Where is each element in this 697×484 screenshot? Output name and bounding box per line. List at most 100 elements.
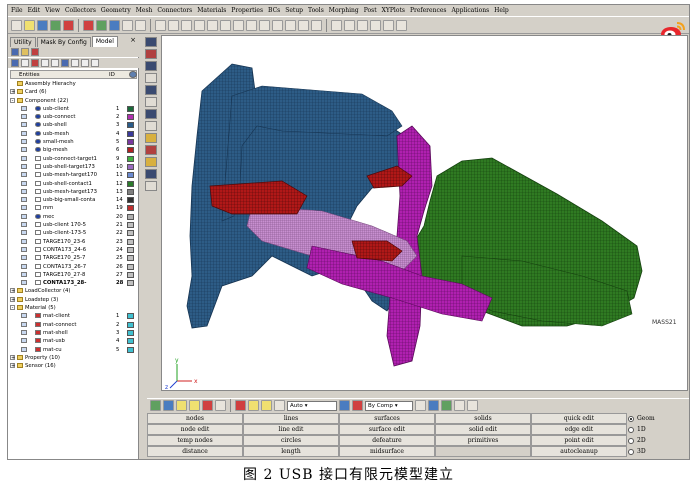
model-browser-icon[interactable] [96, 19, 107, 31]
config-icon[interactable] [71, 59, 79, 67]
wireframe-icon[interactable] [145, 109, 157, 119]
bottom-tool-icon[interactable] [163, 400, 174, 411]
view-left-icon[interactable] [246, 19, 257, 31]
menu-bcs[interactable]: BCs [268, 7, 280, 14]
mask-icon[interactable] [344, 19, 355, 31]
bottom-tool-icon[interactable] [215, 400, 226, 411]
radio-dot-icon[interactable] [628, 415, 634, 422]
color-column-icon[interactable] [129, 71, 137, 78]
menu-connectors[interactable]: Connectors [157, 7, 192, 14]
color-swatch[interactable] [127, 155, 134, 162]
color-swatch[interactable] [127, 238, 134, 245]
tree-row[interactable]: usb-shell-target173 10 [10, 163, 137, 171]
color-swatch[interactable] [127, 246, 134, 253]
tree-row[interactable]: usb-mesh 4 [10, 130, 137, 138]
color-swatch[interactable] [127, 271, 134, 278]
visibility-icon[interactable] [21, 205, 27, 211]
feature-icon[interactable] [145, 169, 157, 179]
panel-surface-edit-button[interactable]: surface edit [339, 424, 435, 435]
bycomp-select[interactable]: By Comp ▾ [365, 400, 413, 411]
panel-autocleanup-button[interactable]: autocleanup [531, 446, 627, 457]
tree-row[interactable]: mat-cu 5 [10, 346, 137, 354]
visibility-icon[interactable] [21, 147, 27, 153]
color-swatch[interactable] [127, 346, 134, 353]
visibility-icon[interactable] [21, 188, 27, 194]
bottom-tool-icon[interactable] [150, 400, 161, 411]
bottom-tool-icon[interactable] [274, 400, 285, 411]
tree-row[interactable]: mec 20 [10, 213, 137, 221]
visibility-icon[interactable] [21, 139, 27, 145]
menu-properties[interactable]: Properties [231, 7, 263, 14]
menu-post[interactable]: Post [364, 7, 377, 14]
pan-icon[interactable] [207, 19, 218, 31]
color-swatch[interactable] [127, 313, 134, 320]
menu-collectors[interactable]: Collectors [65, 7, 96, 14]
expand-icon[interactable]: + [10, 288, 15, 294]
bottom-tool-icon[interactable] [441, 400, 452, 411]
tree-row[interactable]: usb-mesh-target173 13 [10, 188, 137, 196]
visibility-icon[interactable] [21, 163, 27, 169]
menu-applications[interactable]: Applications [451, 7, 489, 14]
export-icon[interactable] [63, 19, 74, 31]
menu-tools[interactable]: Tools [308, 7, 324, 14]
rotate-icon[interactable] [155, 19, 166, 31]
color-swatch[interactable] [127, 105, 134, 112]
menu-xyplots[interactable]: XYPlots [382, 7, 405, 14]
color-swatch[interactable] [127, 139, 134, 146]
view-top-icon[interactable] [272, 19, 283, 31]
tab-model[interactable]: Model [91, 36, 118, 47]
element-icon[interactable] [145, 49, 157, 59]
sort-icon[interactable] [81, 59, 89, 67]
tree-row[interactable]: mat-connect 2 [10, 321, 137, 329]
user-profile-icon[interactable] [83, 19, 94, 31]
fit-view-icon[interactable] [194, 19, 205, 31]
color-swatch[interactable] [127, 172, 134, 179]
color-swatch[interactable] [127, 255, 134, 262]
folder-icon[interactable] [21, 48, 29, 56]
tree-row[interactable]: mat-usb 4 [10, 337, 137, 345]
entities-column[interactable]: Entities [19, 72, 40, 78]
visibility-icon[interactable] [21, 346, 27, 352]
radio-3d[interactable]: 3D [628, 446, 688, 457]
color-swatch[interactable] [127, 222, 134, 229]
panel-nodes-button[interactable]: nodes [147, 413, 243, 424]
color-swatch[interactable] [127, 263, 134, 270]
save-icon[interactable] [37, 19, 48, 31]
element-color-icon[interactable] [145, 145, 157, 155]
bottom-tool-icon[interactable] [202, 400, 213, 411]
view-iso-icon[interactable] [298, 19, 309, 31]
visibility-icon[interactable] [21, 271, 27, 277]
color-swatch[interactable] [127, 188, 134, 195]
material-icon[interactable] [31, 48, 39, 56]
radio-dot-icon[interactable] [628, 448, 634, 455]
visibility-icon[interactable] [21, 130, 27, 136]
color-swatch[interactable] [127, 147, 134, 154]
open-folder-icon[interactable] [24, 19, 35, 31]
tree-row[interactable]: usb-client 1 [10, 105, 137, 113]
menu-help[interactable]: Help [494, 7, 509, 14]
auto-select[interactable]: Auto ▾ [287, 400, 337, 411]
menu-file[interactable]: File [11, 7, 23, 14]
expand-icon[interactable]: + [10, 296, 15, 302]
isolate-icon[interactable] [61, 59, 69, 67]
visibility-icon[interactable] [21, 105, 27, 111]
reverse-icon[interactable] [357, 19, 368, 31]
expand-icon[interactable]: + [10, 354, 15, 360]
panel-edge-edit-button[interactable]: edge edit [531, 424, 627, 435]
view-front-icon[interactable] [220, 19, 231, 31]
tree-row[interactable]: CONTA173_24-6 24 [10, 246, 137, 254]
visibility-icon[interactable] [21, 338, 27, 344]
expand-icon[interactable]: + [10, 89, 15, 95]
view-bottom-icon[interactable] [285, 19, 296, 31]
zoom-in-icon[interactable] [168, 19, 179, 31]
color-swatch[interactable] [127, 230, 134, 237]
tree-row[interactable]: usb-connect-target1 9 [10, 155, 137, 163]
visibility-icon[interactable] [21, 263, 27, 269]
tree-row[interactable]: mat-shell 3 [10, 329, 137, 337]
close-icon[interactable]: × [130, 36, 136, 44]
tree-row[interactable]: usb-client-173-5 22 [10, 229, 137, 237]
color-swatch[interactable] [127, 163, 134, 170]
visibility-icon[interactable] [21, 155, 27, 161]
visibility-icon[interactable] [21, 321, 27, 327]
visibility-icon[interactable] [21, 114, 27, 120]
